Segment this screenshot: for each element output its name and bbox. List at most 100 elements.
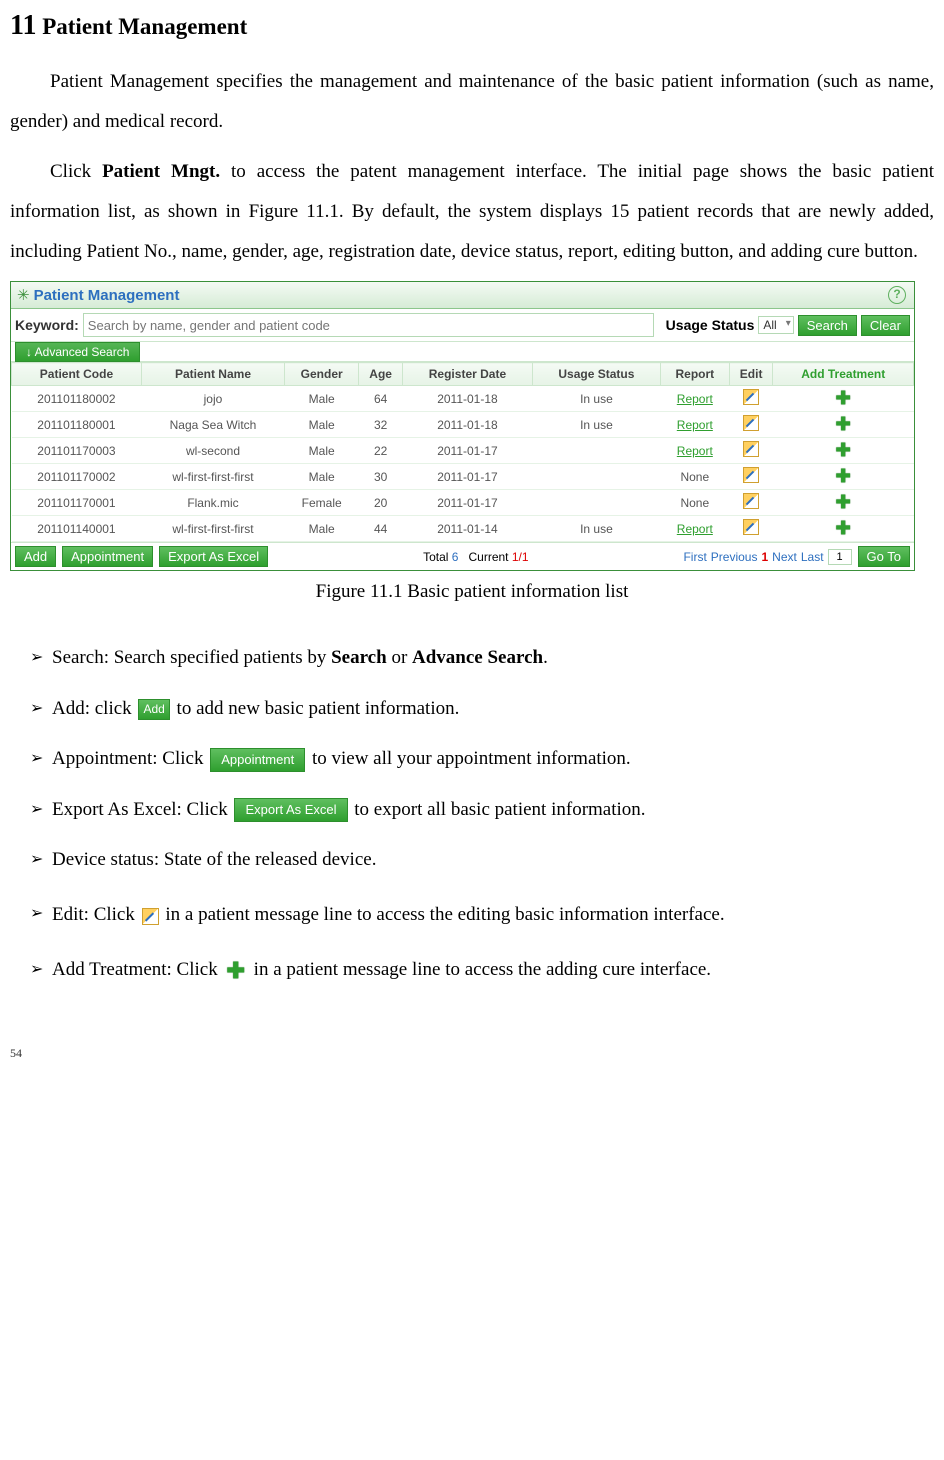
- edit-icon[interactable]: [743, 389, 759, 405]
- edit-icon[interactable]: [743, 415, 759, 431]
- cell-usage: [532, 490, 660, 516]
- pager-first[interactable]: First: [683, 550, 706, 564]
- goto-button[interactable]: Go To: [858, 546, 910, 567]
- plus-icon[interactable]: ✚: [836, 492, 851, 512]
- cell-age: 32: [359, 412, 403, 438]
- advanced-search-button[interactable]: ↓ Advanced Search: [15, 342, 140, 362]
- cell-name: wl-second: [141, 438, 284, 464]
- cell-name: wl-first-first-first: [141, 516, 284, 542]
- cell-add: ✚: [773, 412, 914, 438]
- keyword-input[interactable]: [83, 313, 654, 337]
- col-register-date[interactable]: Register Date: [402, 363, 532, 386]
- table-row: 201101170001Flank.micFemale202011-01-17N…: [12, 490, 914, 516]
- edit-icon[interactable]: [743, 467, 759, 483]
- cell-gender: Male: [285, 438, 359, 464]
- pager-input[interactable]: [828, 549, 852, 565]
- current-value: 1/1: [512, 550, 529, 564]
- edit-icon[interactable]: [743, 519, 759, 535]
- bullet-search-a: Search: Search specified patients by: [52, 647, 331, 668]
- edit-icon[interactable]: [743, 441, 759, 457]
- usage-status-select[interactable]: All: [758, 316, 793, 334]
- bullet-edit-a: Edit: Click: [52, 904, 140, 925]
- plus-icon[interactable]: ✚: [836, 518, 851, 538]
- page-number: 54: [10, 1046, 934, 1061]
- bullet-appointment: Appointment: Click Appointment to view a…: [30, 744, 934, 774]
- bullet-search-d: Advance Search: [412, 647, 543, 668]
- help-icon[interactable]: ?: [888, 286, 906, 304]
- plus-icon[interactable]: ✚: [836, 466, 851, 486]
- cell-gender: Male: [285, 386, 359, 412]
- figure-caption: Figure 11.1 Basic patient information li…: [10, 581, 934, 603]
- paragraph-2: Click Patient Mngt. to access the patent…: [10, 152, 934, 272]
- pager-previous[interactable]: Previous: [711, 550, 758, 564]
- plus-icon[interactable]: ✚: [836, 388, 851, 408]
- total-value: 6: [452, 550, 459, 564]
- para2-bold: Patient Mngt.: [102, 161, 220, 182]
- cell-code: 201101170003: [12, 438, 142, 464]
- cell-usage: In use: [532, 516, 660, 542]
- col-patient-name[interactable]: Patient Name: [141, 363, 284, 386]
- bullet-appt-b: to view all your appointment information…: [307, 748, 630, 769]
- table-row: 201101170002wl-first-first-firstMale3020…: [12, 464, 914, 490]
- cell-add: ✚: [773, 464, 914, 490]
- export-excel-button[interactable]: Export As Excel: [159, 546, 268, 567]
- table-row: 201101180002jojoMale642011-01-18In useRe…: [12, 386, 914, 412]
- plus-icon[interactable]: ✚: [836, 440, 851, 460]
- pager-last[interactable]: Last: [801, 550, 824, 564]
- cell-gender: Male: [285, 516, 359, 542]
- pager: First Previous 1 Next Last: [683, 549, 851, 565]
- cell-report: Report: [660, 438, 729, 464]
- bullet-addtreat-a: Add Treatment: Click: [52, 959, 222, 980]
- cell-name: jojo: [141, 386, 284, 412]
- col-add-treatment[interactable]: Add Treatment: [773, 363, 914, 386]
- col-gender[interactable]: Gender: [285, 363, 359, 386]
- report-link[interactable]: Report: [677, 522, 713, 536]
- cell-age: 20: [359, 490, 403, 516]
- search-button[interactable]: Search: [798, 315, 857, 336]
- col-patient-code[interactable]: Patient Code: [12, 363, 142, 386]
- table-row: 201101170003wl-secondMale222011-01-17Rep…: [12, 438, 914, 464]
- add-button[interactable]: Add: [15, 546, 56, 567]
- col-usage-status[interactable]: Usage Status: [532, 363, 660, 386]
- col-edit[interactable]: Edit: [729, 363, 773, 386]
- edit-icon[interactable]: [743, 493, 759, 509]
- bullet-addtreat-b: in a patient message line to access the …: [249, 959, 711, 980]
- bullet-add: Add: click Add to add new basic patient …: [30, 694, 934, 724]
- bullet-search-b: Search: [331, 647, 387, 668]
- cell-report: Report: [660, 412, 729, 438]
- cell-usage: In use: [532, 386, 660, 412]
- plus-icon[interactable]: ✚: [836, 414, 851, 434]
- table-row: 201101140001wl-first-first-firstMale4420…: [12, 516, 914, 542]
- appointment-button[interactable]: Appointment: [62, 546, 153, 567]
- footer-bar: Add Appointment Export As Excel Total 6 …: [11, 542, 914, 570]
- cell-age: 30: [359, 464, 403, 490]
- inline-export-button-icon: Export As Excel: [234, 798, 347, 822]
- cell-code: 201101140001: [12, 516, 142, 542]
- report-link[interactable]: Report: [677, 444, 713, 458]
- patient-table: Patient Code Patient Name Gender Age Reg…: [11, 362, 914, 542]
- col-report[interactable]: Report: [660, 363, 729, 386]
- pager-next[interactable]: Next: [772, 550, 797, 564]
- inline-plus-icon: ✚: [226, 960, 244, 982]
- cell-age: 44: [359, 516, 403, 542]
- clear-button[interactable]: Clear: [861, 315, 910, 336]
- paragraph-1: Patient Management specifies the managem…: [10, 62, 934, 142]
- cell-add: ✚: [773, 438, 914, 464]
- col-age[interactable]: Age: [359, 363, 403, 386]
- inline-appointment-button-icon: Appointment: [210, 748, 305, 772]
- cell-usage: In use: [532, 412, 660, 438]
- section-title: Patient Management: [42, 14, 247, 39]
- report-link[interactable]: Report: [677, 392, 713, 406]
- footer-center: Total 6 Current 1/1: [274, 550, 677, 564]
- section-number: 11: [10, 10, 36, 41]
- bullet-search: Search: Search specified patients by Sea…: [30, 643, 934, 673]
- patient-management-panel: ✳ Patient Management ? Keyword: Usage St…: [10, 281, 915, 571]
- cell-gender: Male: [285, 464, 359, 490]
- cell-reg: 2011-01-17: [402, 490, 532, 516]
- report-link[interactable]: Report: [677, 418, 713, 432]
- inline-add-button-icon: Add: [138, 699, 169, 719]
- cell-code: 201101180002: [12, 386, 142, 412]
- current-label: Current: [469, 550, 509, 564]
- bullet-list: Search: Search specified patients by Sea…: [10, 643, 934, 985]
- advanced-search-row: ↓ Advanced Search: [11, 342, 914, 362]
